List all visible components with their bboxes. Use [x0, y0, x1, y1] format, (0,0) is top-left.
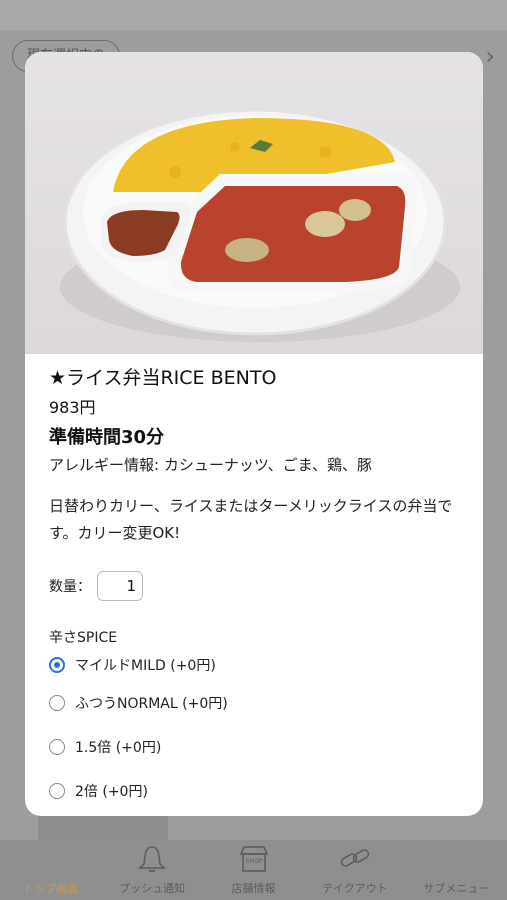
- product-image: [25, 52, 483, 354]
- tab-label: トップ画面: [23, 882, 79, 895]
- spice-option-label: ふつうNORMAL (+0円): [75, 696, 228, 712]
- tab-label: 店舗情報: [231, 882, 276, 895]
- tab-label: サブメニュー: [423, 882, 490, 895]
- shop-icon: SHOP: [239, 846, 268, 872]
- tab-push[interactable]: プッシュ通知: [101, 840, 202, 900]
- product-details: ★ライス弁当RICE BENTO 983円 準備時間30分 アレルギー情報: カ…: [49, 364, 459, 813]
- bottom-tab-bar: トップ画面 プッシュ通知 SHOP 店舗情報 テイクアウト サブメニュー: [0, 840, 507, 900]
- allergy-info: アレルギー情報: カシューナッツ、ごま、鶏、豚: [49, 456, 373, 474]
- spice-option-2x[interactable]: 2倍 (+0円): [49, 769, 459, 813]
- product-price: 983円: [49, 398, 96, 417]
- spice-options: マイルドMILD (+0円) ふつうNORMAL (+0円) 1.5倍 (+0円…: [49, 649, 459, 813]
- tab-shop[interactable]: SHOP 店舗情報: [203, 840, 304, 900]
- quantity-input[interactable]: [97, 571, 143, 601]
- tab-label: テイクアウト: [322, 882, 388, 895]
- spice-option-mild[interactable]: マイルドMILD (+0円): [49, 649, 459, 681]
- radio-icon[interactable]: [49, 695, 65, 711]
- spice-option-normal[interactable]: ふつうNORMAL (+0円): [49, 681, 459, 725]
- prep-time: 準備時間30分: [49, 427, 165, 448]
- tab-top[interactable]: トップ画面: [0, 840, 101, 900]
- product-modal: ★ライス弁当RICE BENTO 983円 準備時間30分 アレルギー情報: カ…: [25, 52, 483, 816]
- link-icon: [340, 849, 370, 867]
- status-bar: [0, 0, 507, 30]
- tab-takeout[interactable]: テイクアウト: [304, 840, 405, 900]
- shop-icon-text: SHOP: [245, 858, 262, 865]
- product-title: ★ライス弁当RICE BENTO: [49, 367, 277, 389]
- spice-option-label: 2倍 (+0円): [75, 784, 148, 800]
- radio-checked-icon[interactable]: [49, 657, 65, 673]
- tab-submenu[interactable]: サブメニュー: [406, 840, 507, 900]
- quantity-row: 数量：: [49, 569, 459, 603]
- tab-label: プッシュ通知: [119, 882, 186, 895]
- radio-icon[interactable]: [49, 739, 65, 755]
- radio-icon[interactable]: [49, 783, 65, 799]
- spice-option-label: マイルドMILD (+0円): [75, 658, 216, 674]
- chevron-right-icon: ›: [485, 42, 495, 70]
- background-thumbnail: [38, 815, 168, 840]
- spice-option-label: 1.5倍 (+0円): [75, 740, 162, 756]
- quantity-label: 数量：: [49, 579, 91, 595]
- spice-label: 辛さSPICE: [49, 630, 118, 646]
- bell-icon: [138, 846, 167, 873]
- spice-option-1-5x[interactable]: 1.5倍 (+0円): [49, 725, 459, 769]
- product-description: 日替わりカリー、ライスまたはターメリックライスの弁当です。カリー変更OK!: [49, 497, 453, 542]
